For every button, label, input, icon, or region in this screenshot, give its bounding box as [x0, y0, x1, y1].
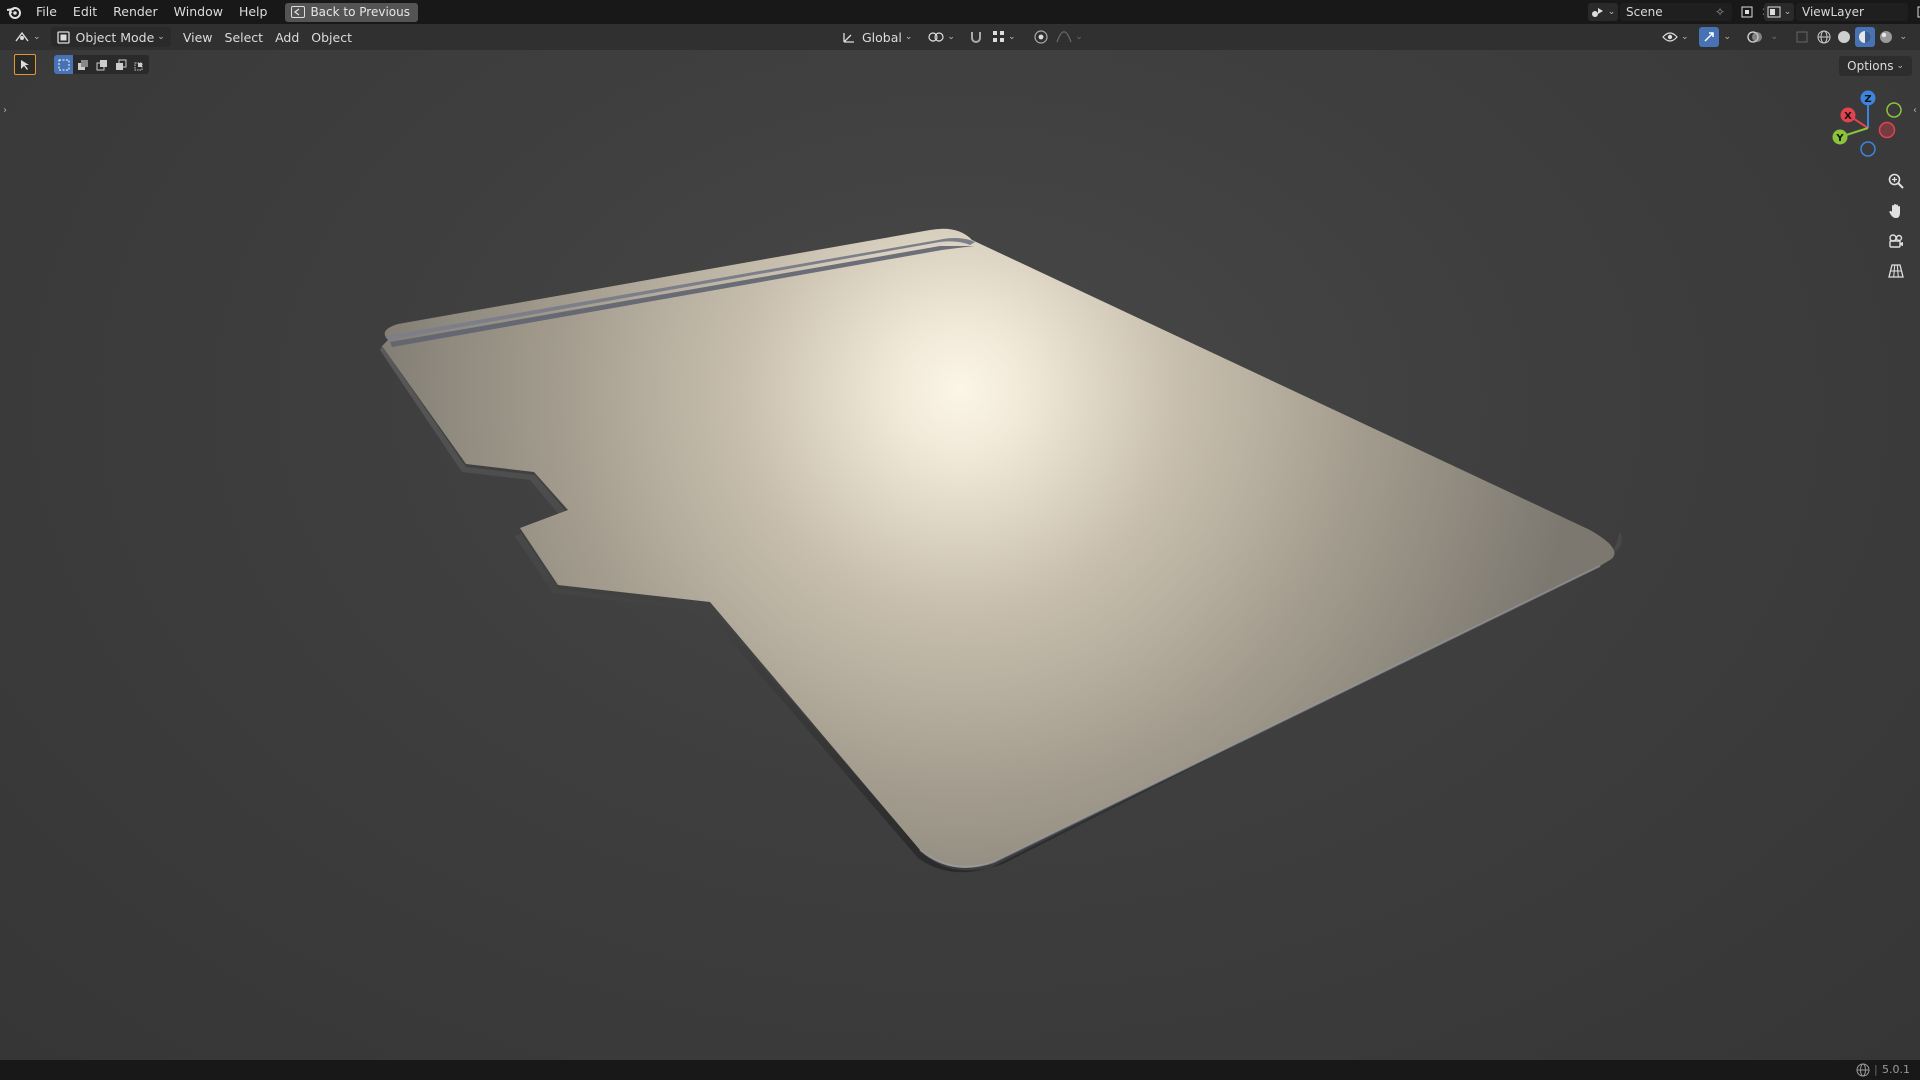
- xray-icon[interactable]: [1791, 27, 1813, 47]
- perspective-toggle-button[interactable]: [1883, 258, 1909, 284]
- transform-orientation-dropdown[interactable]: Global ⌄: [836, 27, 918, 47]
- proportional-edit-icon[interactable]: [1030, 27, 1052, 47]
- view-layer-name: ViewLayer: [1802, 5, 1864, 19]
- zoom-button[interactable]: [1883, 168, 1909, 194]
- 3d-viewport[interactable]: › ‹ Options ⌄ Z X Y: [0, 50, 1920, 1060]
- pin-icon[interactable]: ✧: [1710, 3, 1730, 21]
- menu-edit[interactable]: Edit: [65, 0, 105, 24]
- grid-icon: [1888, 264, 1904, 278]
- shading-wireframe-icon[interactable]: [1815, 27, 1833, 47]
- scene-selector: ⌄ Scene ✧ ✕: [1588, 3, 1774, 21]
- menu-render[interactable]: Render: [105, 0, 166, 24]
- snap-icon[interactable]: [965, 27, 987, 47]
- version-label: 5.0.1: [1882, 1063, 1910, 1076]
- menu-object[interactable]: Object: [305, 27, 358, 47]
- pivot-point-dropdown[interactable]: ⌄: [922, 27, 961, 47]
- new-view-layer-icon[interactable]: [1912, 3, 1920, 21]
- menu-select[interactable]: Select: [219, 27, 270, 47]
- shading-dropdown[interactable]: ⌄: [1900, 32, 1912, 42]
- back-to-previous-button[interactable]: Back to Previous: [285, 2, 418, 22]
- back-icon: [291, 6, 306, 18]
- network-icon: [1856, 1063, 1870, 1077]
- shading-solid-icon[interactable]: [1835, 27, 1853, 47]
- scene-icon[interactable]: ⌄: [1588, 3, 1618, 21]
- object-mode-label: Object Mode: [75, 29, 155, 45]
- plate-mesh[interactable]: [0, 50, 1920, 1060]
- transform-orientation-icon: [843, 33, 854, 43]
- menu-help[interactable]: Help: [231, 0, 276, 24]
- snap-grid-icon: [992, 31, 1004, 42]
- visibility-dropdown[interactable]: ⌄: [1660, 27, 1691, 47]
- view-layer-icon[interactable]: ⌄: [1764, 3, 1794, 21]
- gizmo-icon[interactable]: [1698, 27, 1719, 47]
- zoom-icon: [1888, 173, 1904, 189]
- menu-view[interactable]: View: [177, 27, 219, 47]
- shading-material-icon[interactable]: [1854, 27, 1875, 47]
- editor-type-button[interactable]: ⌄: [8, 27, 47, 47]
- new-scene-icon[interactable]: [1736, 3, 1758, 21]
- view-layer-selector: ⌄ ViewLayer ✕: [1764, 3, 1920, 21]
- pan-hand-icon: [1889, 204, 1900, 218]
- camera-view-button[interactable]: [1883, 228, 1909, 254]
- pan-button[interactable]: [1883, 198, 1909, 224]
- navigation-gizmo[interactable]: Z X Y: [1828, 88, 1908, 168]
- gizmo-y-label: Y: [1835, 133, 1844, 144]
- transform-orientation-label: Global: [862, 29, 902, 45]
- pivot-icon: [928, 32, 945, 42]
- display-tools: ⌄ ⌄ ⌄ ⌄: [1660, 27, 1912, 47]
- camera-icon: [1889, 234, 1903, 248]
- status-divider: |: [1874, 1063, 1878, 1076]
- transform-tools: Global ⌄ ⌄ ⌄ ⌄: [836, 27, 1084, 47]
- gizmo-dropdown[interactable]: ⌄: [1724, 32, 1736, 42]
- shading-rendered-icon[interactable]: [1877, 27, 1895, 47]
- blender-logo-icon[interactable]: [0, 0, 28, 24]
- menu-file[interactable]: File: [28, 0, 65, 24]
- viewport-header: ⌄ Object Mode ⌄ View Select Add Object G…: [0, 24, 1920, 50]
- menu-add[interactable]: Add: [269, 27, 305, 47]
- view-layer-name-field[interactable]: ViewLayer: [1796, 3, 1908, 21]
- overlay-icon[interactable]: [1744, 27, 1766, 47]
- object-mode-icon: [56, 30, 70, 44]
- visibility-icon: [1662, 32, 1678, 42]
- menu-window[interactable]: Window: [166, 0, 231, 24]
- editor-type-icon: [15, 31, 29, 42]
- falloff-icon[interactable]: ⌄: [1056, 27, 1084, 47]
- gizmo-z-label: Z: [1864, 94, 1871, 105]
- gizmo-x-label: X: [1844, 111, 1852, 122]
- object-mode-dropdown[interactable]: Object Mode ⌄: [50, 27, 171, 47]
- snap-target-dropdown[interactable]: ⌄: [991, 27, 1018, 47]
- status-bar: | 5.0.1: [0, 1060, 1920, 1080]
- back-to-previous-label: Back to Previous: [310, 5, 410, 19]
- overlay-dropdown[interactable]: ⌄: [1771, 32, 1783, 42]
- top-bar: File Edit Render Window Help Back to Pre…: [0, 0, 1920, 24]
- scene-name: Scene: [1626, 5, 1663, 19]
